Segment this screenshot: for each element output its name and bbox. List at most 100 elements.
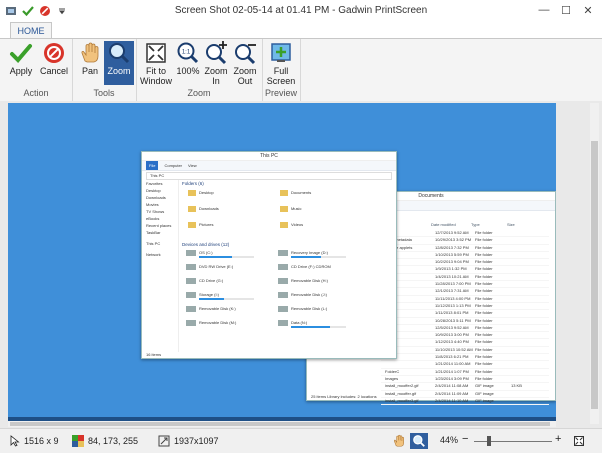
drive-item: DVD RW Drive (E:): [186, 264, 233, 270]
status-bar: 1516 x 9 84, 173, 255 1937x1097 44% − +: [0, 428, 602, 453]
file-row: install_mooffer3.gif 2/4/2014 11:10 AM GIF…: [381, 398, 549, 406]
fit-window-icon: [144, 41, 168, 65]
drive-icon: [186, 306, 196, 312]
drive-icon: [186, 320, 196, 326]
zoom-100-button[interactable]: 1:1 100%: [174, 41, 202, 85]
image-size-icon: [158, 435, 170, 447]
captured-this-pc-window: This PC File Computer View This PC Favor…: [141, 151, 397, 359]
zoom-in-small-button[interactable]: +: [555, 433, 561, 445]
drive-usage-bar: [291, 256, 346, 258]
vertical-scrollbar[interactable]: [590, 103, 599, 424]
file-row: 1/10/2013 5:59 PM File folder: [381, 252, 549, 260]
nav-item: Desktop: [146, 188, 161, 193]
hand-icon: [78, 41, 102, 65]
zoom-out-small-button[interactable]: −: [462, 433, 468, 445]
window-title: Screen Shot 02-05-14 at 01.41 PM - Gadwi…: [174, 5, 428, 16]
drive-item: Storage (I:): [186, 292, 254, 300]
zoom-tool-label: Zoom: [107, 66, 131, 76]
ribbon-group-tools: Pan Zoom Tools: [72, 39, 137, 101]
fit-to-window-button[interactable]: Fit to Window: [138, 41, 174, 86]
nav-item: Movies: [146, 202, 159, 207]
minimize-button[interactable]: —: [534, 2, 554, 18]
zoom-percent: 44%: [440, 435, 459, 445]
cancel-button[interactable]: Cancel: [38, 41, 70, 85]
tab-home[interactable]: HOME: [10, 22, 52, 39]
drive-icon: [278, 320, 288, 326]
drive-item: Removable Disk (J:): [278, 292, 327, 298]
file-row: Images 1/23/2014 3:09 PM File folder: [381, 376, 549, 384]
file-row: 11/8/2013 6:21 PM File folder: [381, 354, 549, 362]
horizontal-scrollbar[interactable]: [8, 421, 556, 427]
drive-item: OS (C:): [186, 250, 254, 258]
file-row: 12/5/2013 9:52 AM File folder: [381, 325, 549, 333]
status-hand-icon: [393, 434, 404, 447]
folder-icon: [280, 190, 288, 196]
color-value: 84, 173, 255: [88, 436, 139, 446]
documents-file-list: 12/7/2013 9:52 AM File folder ange-metadat…: [381, 230, 549, 406]
cursor-position: 1516 x 9: [10, 435, 59, 447]
apply-button[interactable]: Apply: [6, 41, 36, 85]
folder-icon: [280, 222, 288, 228]
nav-item: TaskBar: [146, 230, 161, 235]
full-screen-label: Full Screen: [266, 66, 296, 86]
screenshot-canvas[interactable]: Documents Name Date modified Type Size 1…: [8, 103, 556, 424]
file-row: 12/1/2013 7:31 AM File folder: [381, 288, 549, 296]
drive-usage-bar: [199, 298, 254, 300]
drive-icon: [278, 250, 288, 256]
file-row: 10/28/2013 5:11 PM File folder: [381, 318, 549, 325]
folder-icon: [280, 206, 288, 212]
file-row: 11/28/2013 7:00 PM File folder: [381, 281, 549, 289]
folder-icon: [188, 222, 196, 228]
file-row: 11/10/2013 10:52 AM File folder: [381, 347, 549, 355]
zoom-in-button[interactable]: Zoom In: [202, 41, 230, 86]
pan-label: Pan: [81, 66, 98, 76]
ribbon-group-action: Apply Cancel Action: [0, 39, 73, 101]
drive-usage-bar: [199, 256, 254, 258]
status-fit-button[interactable]: [570, 433, 588, 449]
cursor-position-value: 1516 x 9: [24, 436, 59, 446]
folder-item: Documents: [280, 190, 311, 196]
drive-icon: [278, 278, 288, 284]
status-zoom-button[interactable]: [410, 433, 428, 449]
drive-item: Recovery Image (D:): [278, 250, 346, 258]
zoom-tool-button[interactable]: Zoom: [104, 41, 134, 85]
this-pc-navigation-pane: Favorites Desktop Downloads Movies TV Shows e…: [142, 180, 179, 352]
maximize-button[interactable]: ☐: [556, 2, 576, 18]
nav-item: eBooks: [146, 216, 160, 221]
file-row: 11/11/2013 4:00 PM File folder: [381, 296, 549, 303]
zoom-slider-handle[interactable]: [487, 436, 492, 446]
ribbon-tabs: HOME: [0, 22, 602, 39]
file-row: 10/9/2013 3:00 PM File folder: [381, 332, 549, 340]
full-screen-button[interactable]: Full Screen: [265, 41, 297, 86]
checkmark-icon: [9, 41, 33, 65]
nav-item: Downloads: [146, 195, 166, 200]
folder-item: Music: [280, 206, 301, 212]
apply-label: Apply: [9, 66, 33, 76]
zoom-100-label: 100%: [176, 66, 200, 76]
nav-item: Recent places: [146, 223, 172, 228]
this-pc-content: Folders (6) Desktop Documents Downloads Mus…: [180, 180, 394, 352]
this-pc-status: 16 items: [146, 352, 162, 357]
group-label-action: Action: [23, 88, 49, 98]
drive-item: CD Drive (F:) CDROM: [278, 264, 331, 270]
zoom-out-button[interactable]: Zoom Out: [230, 41, 260, 86]
ribbon-group-zoom: Fit to Window 1:1 100% Zoom In Zoom Out …: [136, 39, 263, 101]
file-row: ange-metadata 10/29/2013 3:52 PM File fold…: [381, 237, 549, 245]
folder-item: Pictures: [188, 222, 213, 228]
file-row: 11/12/2013 1:13 PM File folder: [381, 303, 549, 311]
this-pc-address-bar: This PC: [146, 172, 392, 180]
status-pan-button[interactable]: [390, 433, 408, 449]
documents-columns: Name Date modified Type Size: [381, 222, 515, 227]
close-button[interactable]: ✕: [578, 2, 598, 18]
zoom-slider[interactable]: [474, 436, 552, 446]
drive-icon: [278, 264, 288, 270]
ribbon-group-preview: Full Screen Preview: [262, 39, 301, 101]
drive-icon: [278, 306, 288, 312]
image-size: 1937x1097: [158, 435, 219, 447]
pan-button[interactable]: Pan: [76, 41, 104, 85]
nav-item: Network: [146, 252, 161, 257]
drive-item: CD Drive (G:): [186, 278, 223, 284]
title-bar: Screen Shot 02-05-14 at 01.41 PM - Gadwi…: [0, 0, 602, 23]
preview-area[interactable]: Documents Name Date modified Type Size 1…: [0, 101, 602, 428]
file-row: andage applets 12/8/2013 7:32 PM File fold…: [381, 245, 549, 252]
